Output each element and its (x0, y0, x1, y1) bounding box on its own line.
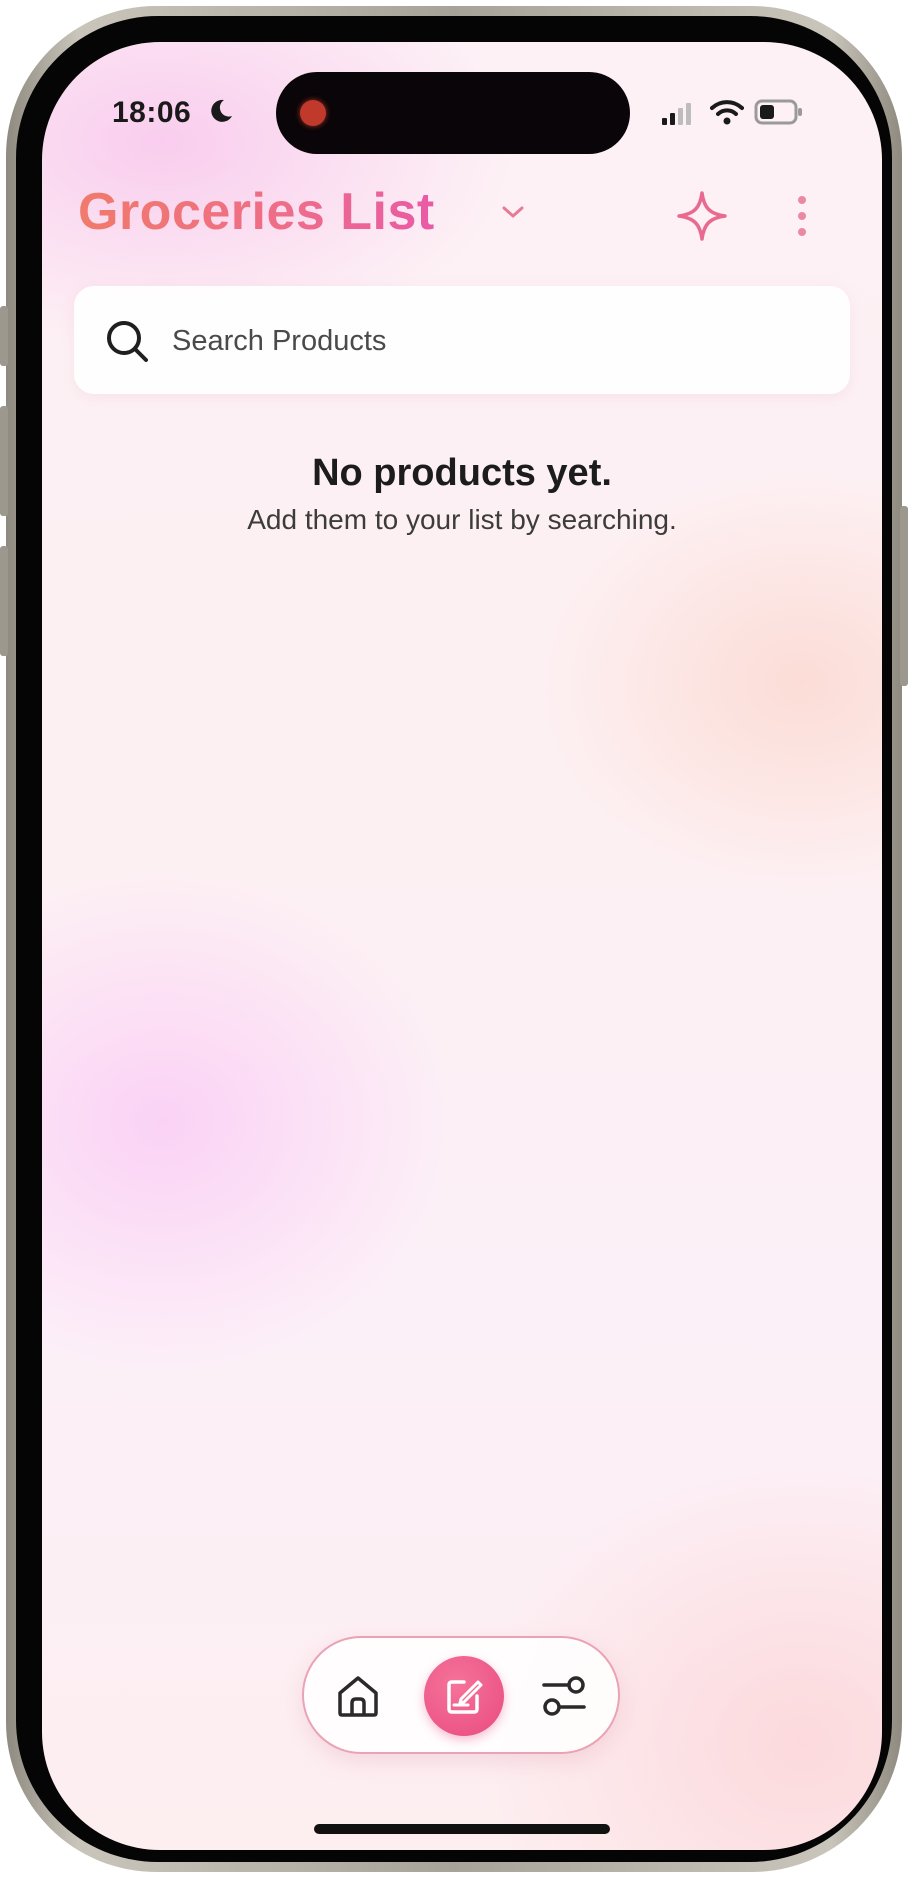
status-time: 18:06 (112, 96, 192, 129)
recording-indicator (300, 100, 326, 126)
settings-sliders-icon (542, 1676, 586, 1716)
sparkle-button[interactable] (672, 186, 732, 246)
nav-settings-button[interactable] (536, 1668, 592, 1724)
search-bar[interactable] (74, 286, 850, 394)
empty-state-subtitle: Add them to your list by searching. (247, 504, 677, 535)
home-icon (338, 1676, 378, 1717)
more-vertical-icon (798, 196, 806, 236)
sparkle-icon (677, 191, 727, 241)
nav-list-button[interactable] (424, 1656, 504, 1736)
search-icon (107, 321, 148, 362)
signal-icon (662, 103, 691, 125)
dynamic-island (276, 72, 630, 154)
screen: 18:06 Groceries List Search Products No … (42, 42, 882, 1850)
action-button (0, 306, 8, 366)
search-input[interactable] (170, 316, 814, 366)
more-options-button[interactable] (782, 186, 822, 246)
nav-home-button[interactable] (330, 1668, 386, 1724)
empty-state-title: No products yet. (312, 452, 612, 494)
volume-down-button (0, 546, 8, 656)
phone-frame: 18:06 Groceries List Search Products No … (0, 6, 908, 1872)
power-button (900, 506, 908, 686)
volume-up-button (0, 406, 8, 516)
moon-icon (211, 99, 232, 122)
battery-icon (754, 99, 802, 125)
edit-list-icon (447, 1680, 483, 1714)
home-indicator[interactable] (314, 1824, 610, 1834)
chevron-down-icon[interactable] (498, 200, 528, 224)
page-title[interactable]: Groceries List (78, 182, 435, 242)
wifi-icon (710, 100, 744, 125)
bottom-nav-bar (302, 1636, 620, 1754)
